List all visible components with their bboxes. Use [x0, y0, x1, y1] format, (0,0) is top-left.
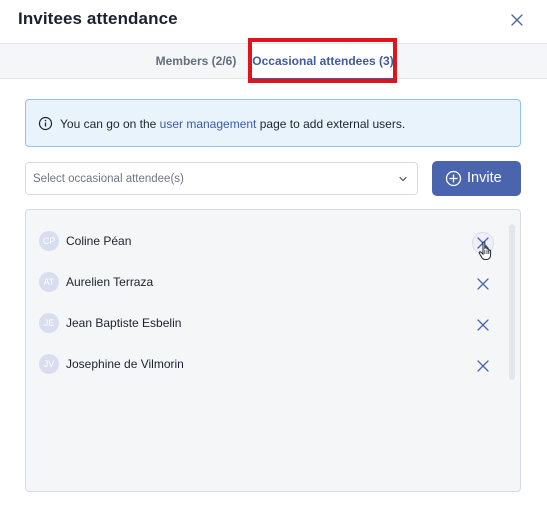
occasional-attendee-select[interactable]: Select occasional attendee(s)	[25, 162, 418, 195]
info-text-after: page to add external users.	[259, 117, 406, 131]
active-tab-indicator	[252, 78, 394, 80]
attendee-name: Aurelien Terraza	[66, 275, 154, 289]
close-button[interactable]	[508, 11, 526, 29]
close-icon	[477, 360, 489, 372]
remove-attendee-button[interactable]	[472, 232, 494, 254]
list-item: CP Coline Péan	[26, 220, 506, 260]
tab-members[interactable]: Members (2/6)	[150, 44, 242, 79]
tab-occasional-attendees[interactable]: Occasional attendees (3)	[252, 44, 394, 80]
plus-circle-icon	[445, 170, 462, 187]
close-icon	[477, 319, 489, 331]
tab-occasional-attendees-label: Occasional attendees (3)	[252, 54, 394, 68]
invitees-attendance-modal: Invitees attendance Members (2/6) Occasi…	[0, 0, 547, 508]
attendee-list: CP Coline Péan AT Aurelien Terraza JE Je…	[25, 209, 521, 492]
attendee-name: Coline Péan	[66, 234, 132, 248]
modal-header: Invitees attendance	[0, 0, 547, 44]
avatar: CP	[39, 231, 59, 251]
close-icon	[477, 278, 489, 290]
avatar: JE	[39, 313, 59, 333]
close-icon	[511, 14, 523, 26]
modal-title: Invitees attendance	[18, 9, 178, 28]
chevron-down-icon	[399, 176, 407, 182]
list-item: AT Aurelien Terraza	[26, 261, 506, 301]
info-banner: You can go on the user management page t…	[25, 99, 521, 147]
tab-bar: Members (2/6) Occasional attendees (3)	[0, 43, 547, 80]
attendee-name: Jean Baptiste Esbelin	[66, 316, 182, 330]
remove-attendee-button[interactable]	[472, 355, 494, 377]
list-item: JE Jean Baptiste Esbelin	[26, 302, 506, 342]
info-text-before: You can go on the	[60, 117, 157, 131]
select-placeholder: Select occasional attendee(s)	[33, 173, 184, 185]
avatar: AT	[39, 272, 59, 292]
remove-attendee-button[interactable]	[472, 314, 494, 336]
list-scrollbar[interactable]	[509, 224, 515, 380]
remove-attendee-button[interactable]	[472, 273, 494, 295]
info-circle-icon	[38, 116, 53, 131]
invite-button-label: Invite	[467, 170, 502, 186]
avatar: JV	[39, 354, 59, 374]
info-text: You can go on the user management page t…	[60, 117, 405, 131]
list-item: JV Josephine de Vilmorin	[26, 343, 506, 383]
close-icon	[477, 237, 489, 249]
attendee-name: Josephine de Vilmorin	[66, 357, 184, 371]
invite-button[interactable]: Invite	[432, 161, 521, 196]
user-management-link[interactable]: user management	[160, 117, 257, 131]
